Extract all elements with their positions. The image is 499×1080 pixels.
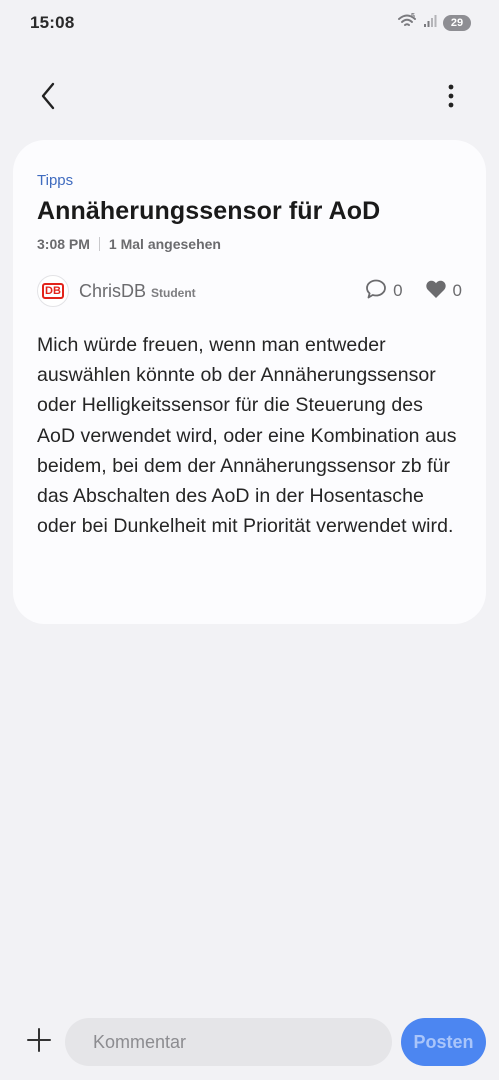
comment-bubble-icon <box>365 278 387 305</box>
author-info[interactable]: DB ChrisDB Student <box>37 275 196 307</box>
avatar[interactable]: DB <box>37 275 69 307</box>
post-time: 3:08 PM <box>37 236 90 252</box>
db-logo-icon: DB <box>42 283 64 299</box>
battery-icon: 29 <box>443 15 471 31</box>
plus-icon <box>26 1027 52 1058</box>
author-role-badge: Student <box>151 286 196 300</box>
post-body: Mich würde freuen, wenn man entweder aus… <box>37 334 457 538</box>
wifi-icon: 5 <box>397 13 417 34</box>
post-category[interactable]: Tipps <box>37 172 462 189</box>
heart-icon <box>425 279 447 304</box>
comments-button[interactable]: 0 <box>365 278 403 305</box>
post-views: 1 Mal angesehen <box>108 236 221 252</box>
comment-input[interactable] <box>65 1018 392 1066</box>
status-bar: 15:08 5 29 <box>0 0 499 46</box>
back-button[interactable] <box>30 78 66 118</box>
post-detail-screen: 15:08 5 29 Tipps Annäherungssensor für A… <box>0 0 499 1080</box>
post-stats: 0 0 <box>365 278 462 305</box>
app-bar <box>0 72 499 124</box>
svg-text:5: 5 <box>411 13 415 20</box>
post-comment-button[interactable]: Posten <box>401 1018 486 1066</box>
post-card: Tipps Annäherungssensor für AoD 3:08 PM … <box>13 140 486 624</box>
status-time: 15:08 <box>30 13 75 32</box>
back-chevron-icon <box>40 82 56 115</box>
signal-icon <box>423 14 437 33</box>
more-options-button[interactable] <box>433 78 469 118</box>
comment-bar: Posten <box>0 1018 499 1066</box>
author-name[interactable]: ChrisDB <box>79 281 146 302</box>
post-title: Annäherungssensor für AoD <box>37 197 381 225</box>
comments-count: 0 <box>393 281 403 300</box>
post-meta: 3:08 PM 1 Mal angesehen <box>37 236 462 252</box>
add-attachment-button[interactable] <box>22 1025 56 1059</box>
more-vertical-icon <box>448 84 454 113</box>
author-row: DB ChrisDB Student 0 0 <box>37 274 462 308</box>
likes-count: 0 <box>452 281 462 300</box>
meta-divider <box>98 237 100 251</box>
status-icons: 5 29 <box>397 13 471 34</box>
like-button[interactable]: 0 <box>425 279 462 304</box>
